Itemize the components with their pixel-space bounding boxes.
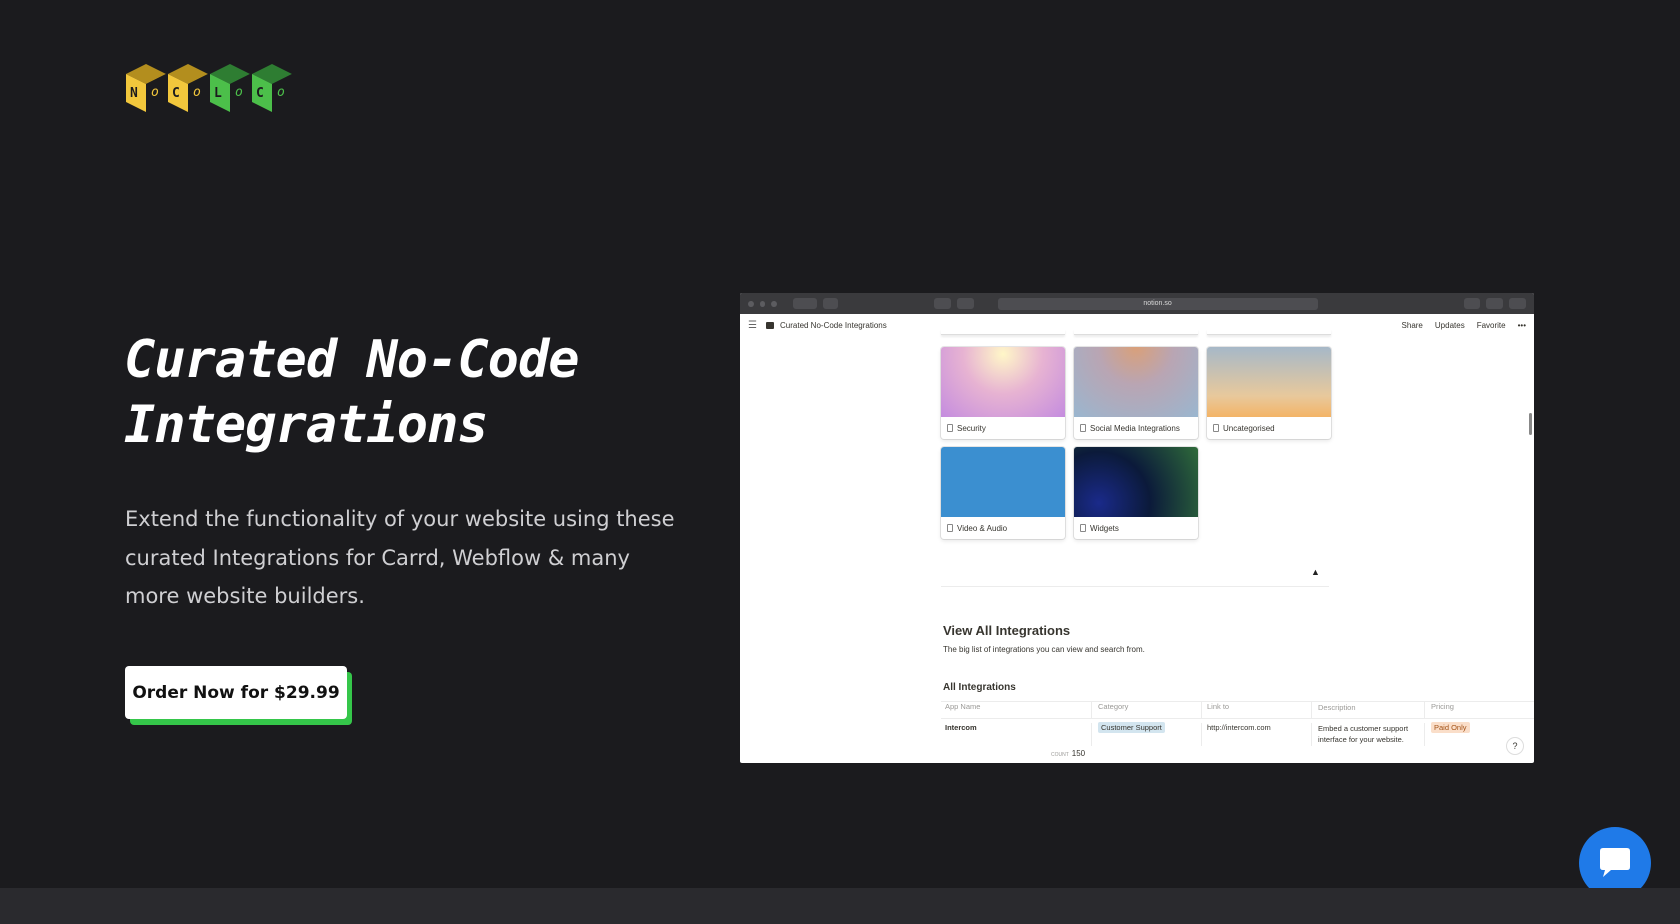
logo-cube: Co xyxy=(166,62,210,114)
card-label: Social Media Integrations xyxy=(1074,417,1198,439)
pricing-tag: Paid Only xyxy=(1431,722,1470,733)
integrations-table: App Name Category Link to Description Pr… xyxy=(941,701,1534,746)
gallery-card: Security xyxy=(941,347,1065,439)
view-all-title: View All Integrations xyxy=(943,623,1071,638)
all-integrations-title: All Integrations xyxy=(943,682,1016,693)
order-cta: Order Now for $29.99 xyxy=(125,666,352,725)
help-button: ? xyxy=(1506,737,1524,755)
download-icon xyxy=(1463,298,1481,309)
hero-subtitle: Extend the functionality of your website… xyxy=(125,507,675,608)
window-dot xyxy=(759,300,766,307)
product-screenshot: notion.so ☰ Curated No-Code Integrations… xyxy=(740,293,1534,763)
card-cover xyxy=(941,347,1065,417)
logo-letter: C xyxy=(172,86,180,101)
col-description: Description xyxy=(1312,702,1425,718)
logo-cube: No xyxy=(124,62,168,114)
cell-link: http://intercom.com xyxy=(1202,723,1312,746)
sidebar-button xyxy=(823,298,838,309)
url-bar: notion.so xyxy=(997,297,1318,310)
logo-letter-small: o xyxy=(235,85,243,100)
footer-band xyxy=(0,888,1680,924)
nav-buttons xyxy=(792,298,818,309)
count-label: COUNT xyxy=(1051,752,1069,758)
card-label: Video & Audio xyxy=(941,517,1065,539)
card-cover xyxy=(1074,347,1198,417)
card-label: Security xyxy=(941,417,1065,439)
card-label: Uncategorised xyxy=(1207,417,1331,439)
card-title: Widgets xyxy=(1090,523,1119,533)
gallery-area: Security Social Media Integrations Uncateg… xyxy=(941,334,1331,559)
view-all-desc: The big list of integrations you can vie… xyxy=(943,645,1145,654)
table-row: Intercom Customer Support http://interco… xyxy=(941,718,1534,746)
logo-letter-small: o xyxy=(151,85,159,100)
logo-cube: Lo xyxy=(208,62,252,114)
page-icon xyxy=(1213,424,1219,432)
page-icon xyxy=(947,424,953,432)
more-icon: ••• xyxy=(1517,321,1526,330)
card-title: Security xyxy=(957,423,986,433)
gallery-card: Video & Audio xyxy=(941,447,1065,539)
table-header: App Name Category Link to Description Pr… xyxy=(941,701,1534,718)
window-dot xyxy=(748,300,754,307)
logo-letter-small: o xyxy=(193,85,201,100)
cursor-icon: ▲ xyxy=(1311,567,1320,577)
shield-icon xyxy=(933,298,951,309)
card-cover xyxy=(1207,347,1331,417)
logo-letter: C xyxy=(256,86,264,101)
share-action: Share xyxy=(1401,321,1423,330)
gallery: Security Social Media Integrations Uncateg… xyxy=(941,337,1331,559)
favorite-action: Favorite xyxy=(1476,321,1506,330)
updates-action: Updates xyxy=(1434,321,1465,330)
cell-app: Intercom xyxy=(941,723,1092,746)
page-icon xyxy=(1080,524,1086,532)
logo-letter-small: o xyxy=(277,85,285,100)
gallery-card: Social Media Integrations xyxy=(1074,347,1198,439)
cell-category: Customer Support xyxy=(1092,722,1202,746)
nocoloco-logo[interactable]: NoCoLoCo xyxy=(124,62,292,114)
page-icon xyxy=(1080,424,1086,432)
tabs-icon xyxy=(1509,298,1526,309)
topbar-actions: Share Updates Favorite ••• xyxy=(1402,321,1526,330)
category-tag: Customer Support xyxy=(1098,722,1165,733)
gallery-top-stubs xyxy=(941,329,1331,337)
reader-icon xyxy=(956,298,974,309)
window-dot xyxy=(771,300,777,307)
gallery-card: Uncategorised xyxy=(1207,347,1331,439)
card-cover xyxy=(1074,447,1198,517)
scrollbar xyxy=(1529,413,1532,435)
card-title: Social Media Integrations xyxy=(1090,423,1180,433)
cell-description: Embed a customer support interface for y… xyxy=(1312,723,1425,746)
logo-cube: Co xyxy=(250,62,294,114)
order-now-button[interactable]: Order Now for $29.99 xyxy=(125,666,347,719)
card-label: Widgets xyxy=(1074,517,1198,539)
browser-toolbar: notion.so xyxy=(740,293,1534,314)
table-count: COUNT 150 xyxy=(1051,749,1085,758)
logo-letter: L xyxy=(214,86,222,101)
col-category: Category xyxy=(1092,702,1202,718)
menu-icon: ☰ xyxy=(748,320,757,331)
page-title: Curated No-Code Integrations xyxy=(780,321,887,330)
page-icon xyxy=(766,322,774,329)
hero-title: Curated No-Code Integrations xyxy=(124,330,580,455)
card-title: Uncategorised xyxy=(1223,423,1275,433)
card-title: Video & Audio xyxy=(957,523,1008,533)
share-icon xyxy=(1486,298,1504,309)
count-value: 150 xyxy=(1071,749,1086,758)
gallery-card: Widgets xyxy=(1074,447,1198,539)
col-link: Link to xyxy=(1202,702,1312,718)
col-app-name: App Name xyxy=(941,702,1092,718)
chat-bubble-icon xyxy=(1600,848,1630,877)
page-icon xyxy=(947,524,953,532)
card-cover xyxy=(941,447,1065,517)
logo-letter: N xyxy=(130,86,138,101)
divider xyxy=(941,586,1329,587)
col-pricing: Pricing xyxy=(1431,702,1454,711)
